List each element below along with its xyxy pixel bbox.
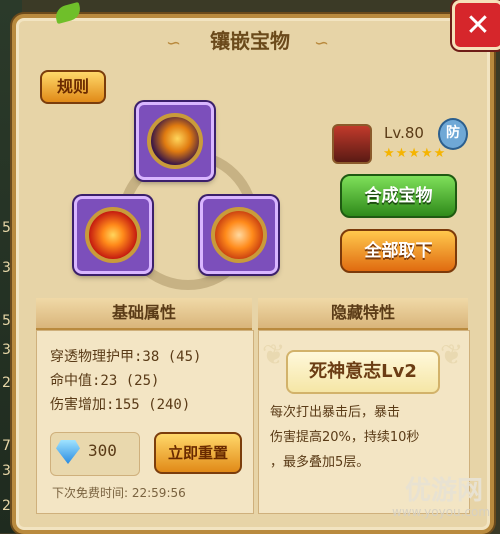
close-button[interactable]: ✕ xyxy=(452,0,500,50)
background-number: 3 xyxy=(2,342,11,358)
basic-attributes-header: 基础属性 xyxy=(36,298,252,330)
gem-socket-right[interactable] xyxy=(200,196,278,274)
description-line: 每次打出暴击后，暴击 xyxy=(270,405,401,420)
hidden-trait-description: 每次打出暴击后，暴击 伤害提高20%，持续10秒 ，最多叠加5层。 xyxy=(270,400,460,475)
triangle-sigil-gem-icon xyxy=(85,207,141,263)
rules-button[interactable]: 规则 xyxy=(40,70,106,104)
reset-now-button[interactable]: 立即重置 xyxy=(154,432,242,474)
background-number: 3 xyxy=(2,260,11,276)
swirl-ornament-right-icon: ∽ xyxy=(314,33,330,54)
description-line: 伤害提高20%，持续10秒 xyxy=(270,430,420,445)
background-number: 5 xyxy=(2,313,11,329)
hero-stars: ★★★★★ xyxy=(383,146,447,161)
paw-print-gem-icon xyxy=(211,207,267,263)
watermark-brand: 优游网 xyxy=(405,476,484,506)
stat-line: 命中值:23 (25) xyxy=(50,373,160,389)
background-number: 5 xyxy=(2,220,11,236)
watermark-url: www.yoyou.com xyxy=(392,505,491,519)
synthesize-treasure-button[interactable]: 合成宝物 xyxy=(340,174,457,218)
hero-level: Lv.80 xyxy=(384,124,424,142)
gem-socket-left[interactable] xyxy=(74,196,152,274)
stat-line: 穿透物理护甲:38 (45) xyxy=(50,349,202,365)
stat-line: 伤害增加:155 (240) xyxy=(50,397,191,413)
remove-all-button[interactable]: 全部取下 xyxy=(340,229,457,273)
hidden-traits-header: 隐藏特性 xyxy=(258,298,468,330)
background-number: 2 xyxy=(2,498,11,514)
defense-badge-icon: 防 xyxy=(438,118,468,150)
background-number: 7 xyxy=(2,438,11,454)
claw-slash-gem-icon xyxy=(147,113,203,169)
background-number: 2 xyxy=(2,375,11,391)
hidden-trait-name: 死神意志Lv2 xyxy=(286,350,440,394)
diamond-count: 300 xyxy=(88,441,117,460)
free-timer: 下次免费时间: 22:59:56 xyxy=(52,486,186,500)
hero-portrait-avatar[interactable] xyxy=(332,124,372,164)
wing-right-icon: ❦ xyxy=(440,338,464,371)
wing-left-icon: ❦ xyxy=(262,338,286,371)
gem-socket-top[interactable] xyxy=(136,102,214,180)
background-number: 3 xyxy=(2,463,11,479)
